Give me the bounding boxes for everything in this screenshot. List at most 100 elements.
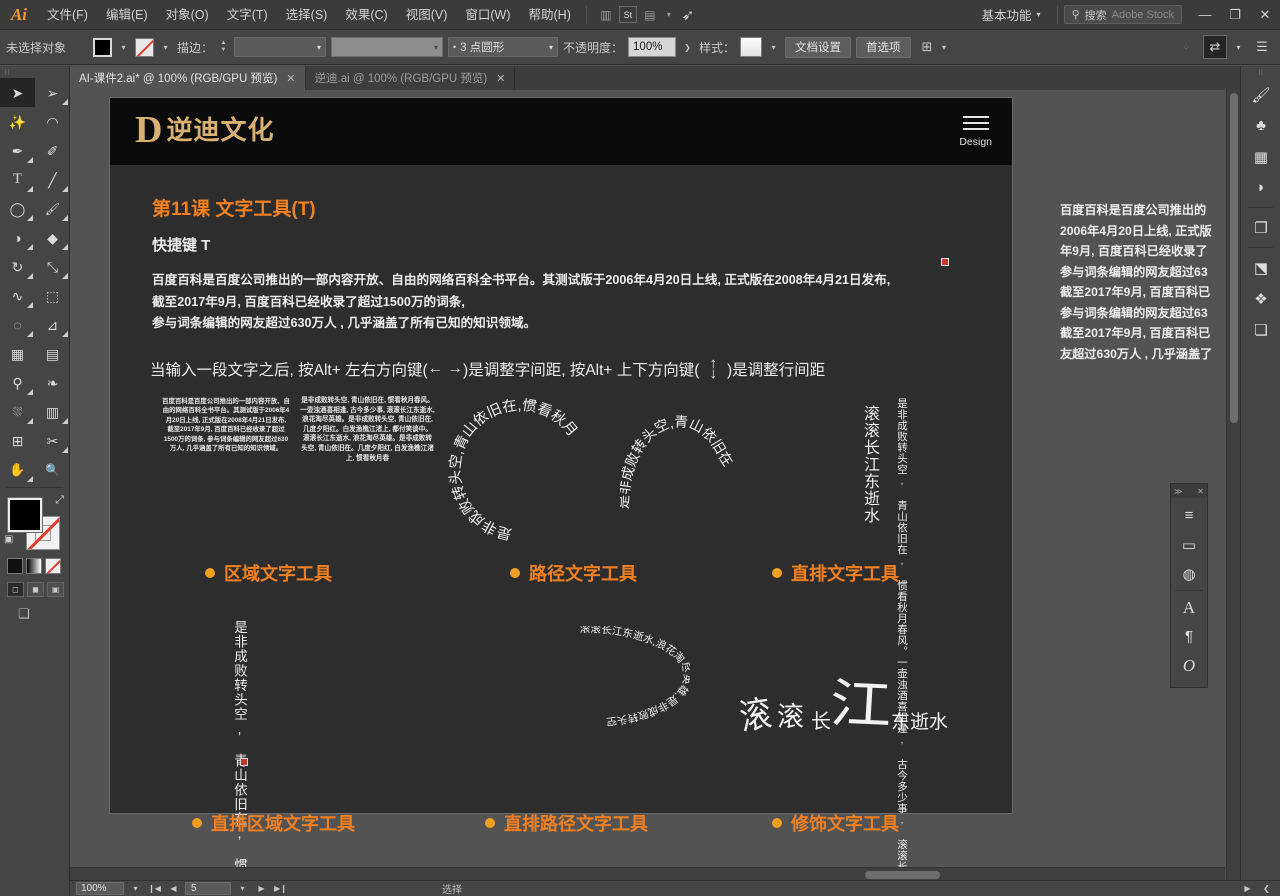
floating-panel-titlebar[interactable]: ≫ ✕: [1171, 484, 1207, 498]
curvature-tool[interactable]: ✐: [35, 136, 70, 165]
text-overflow-indicator[interactable]: [941, 258, 949, 266]
close-button[interactable]: ✕: [1250, 0, 1280, 30]
type-on-path-wave[interactable]: 是非成败转头空,青山依旧在: [615, 394, 790, 514]
swap-fill-stroke-icon[interactable]: ⤢: [55, 494, 64, 507]
search-input[interactable]: ⚲ 搜索 Adobe Stock: [1063, 5, 1182, 24]
shape-builder-tool[interactable]: ◌: [0, 310, 35, 339]
mesh-tool[interactable]: ▦: [0, 339, 35, 368]
minimize-button[interactable]: —: [1190, 0, 1220, 30]
arrange-icon[interactable]: ⇄: [1203, 35, 1227, 59]
next-artboard-button[interactable]: ▶: [254, 882, 269, 895]
previous-artboard-button[interactable]: ◀: [166, 882, 181, 895]
lasso-tool[interactable]: ◠: [35, 107, 70, 136]
first-artboard-button[interactable]: ❙◀: [147, 882, 162, 895]
paintbrush-tool[interactable]: 🖌: [35, 194, 70, 223]
artboard-tool[interactable]: ⊞: [0, 426, 35, 455]
draw-normal-icon[interactable]: ◻: [7, 582, 24, 597]
variable-width-profile-combo[interactable]: ▾: [331, 37, 444, 57]
menu-edit[interactable]: 编辑(E): [97, 0, 157, 30]
opentype-panel-icon[interactable]: O: [1171, 651, 1207, 680]
share-icon[interactable]: ➶: [675, 0, 701, 30]
column-graph-tool[interactable]: ▥: [35, 397, 70, 426]
shaper-tool[interactable]: ◑: [0, 223, 35, 252]
close-icon[interactable]: ✕: [286, 72, 295, 85]
fill-color-box[interactable]: [7, 497, 43, 533]
area-type-sample-baike[interactable]: 百度百科是百度公司推出的一部内容开放、自由的网络百科全书平台。其测试版于2006…: [162, 397, 290, 453]
gradient-panel-icon[interactable]: ▭: [1171, 530, 1207, 559]
appearance-panel-icon[interactable]: ◍: [1171, 559, 1207, 588]
align-caret-icon[interactable]: ▾: [937, 38, 950, 57]
paragraph-panel-icon[interactable]: ¶: [1171, 622, 1207, 651]
artboard[interactable]: D 逆迪文化 Design 第11课 文字工具(T) 快捷键 T 百度百科是百度…: [110, 98, 1012, 880]
vertical-type-sample-big[interactable]: 滚滚长江东逝水: [858, 405, 880, 524]
pen-tool[interactable]: ✒: [0, 136, 35, 165]
menu-effect[interactable]: 效果(C): [336, 0, 396, 30]
document-setup-button[interactable]: 文档设置: [785, 36, 852, 58]
gradient-tool[interactable]: ▤: [35, 339, 70, 368]
menu-object[interactable]: 对象(O): [157, 0, 218, 30]
vertical-scrollbar[interactable]: [1226, 90, 1240, 880]
horizontal-scrollbar[interactable]: [70, 867, 1225, 880]
vertical-area-type-sample[interactable]: 是非成败转头空, 青山依旧在, 惯看秋月春风。一壶浊酒喜相逢, 古今多少事, 滚…: [230, 620, 249, 880]
zoom-caret-icon[interactable]: ▾: [128, 882, 143, 895]
touch-type-sample[interactable]: 滚 滚 长 江 东逝水: [737, 668, 948, 738]
character-panel-icon[interactable]: A: [1171, 593, 1207, 622]
artboards-panel-icon[interactable]: ❏: [1241, 314, 1280, 345]
menu-select[interactable]: 选择(S): [277, 0, 337, 30]
area-type-sample-poem[interactable]: 是非成败转头空, 青山依旧在, 惯看秋月春风。一壶浊酒喜相逢, 古今多少事, 滚…: [300, 396, 435, 463]
rotate-tool[interactable]: ↻: [0, 252, 35, 281]
hand-tool[interactable]: ✋: [0, 455, 35, 484]
color-mode-icon[interactable]: [7, 558, 23, 574]
stroke-weight-combo[interactable]: ▾: [234, 37, 327, 57]
scale-tool[interactable]: ⤡: [35, 252, 70, 281]
right-dock-grip[interactable]: ⁝⁝: [1241, 66, 1280, 79]
design-menu-button[interactable]: Design: [959, 116, 992, 148]
menu-window[interactable]: 窗口(W): [456, 0, 519, 30]
zoom-level-input[interactable]: 100%: [76, 882, 124, 895]
perspective-grid-tool[interactable]: ⊿: [35, 310, 70, 339]
collapse-icon[interactable]: ≫: [1174, 487, 1182, 496]
line-segment-tool[interactable]: ╱: [35, 165, 70, 194]
align-panel-icon[interactable]: ≡: [1171, 501, 1207, 530]
fill-caret-icon[interactable]: ▾: [117, 38, 130, 57]
blend-tool[interactable]: ❧: [35, 368, 70, 397]
align-icon[interactable]: ⊞: [922, 39, 933, 55]
graphic-style-swatch[interactable]: [740, 37, 763, 57]
tip-line[interactable]: 当输入一段文字之后, 按Alt+ 左右方向键( ← → )是调整字间距, 按Al…: [150, 356, 825, 381]
type-tool[interactable]: T: [0, 165, 35, 194]
eraser-tool[interactable]: ◆: [35, 223, 70, 252]
menu-view[interactable]: 视图(V): [397, 0, 457, 30]
type-on-path-circle[interactable]: 是非成败转头空,青山依旧在,惯看秋月: [445, 395, 595, 545]
menu-help[interactable]: 帮助(H): [520, 0, 580, 30]
arrange-documents-caret-icon[interactable]: ▾: [663, 0, 675, 30]
stock-icon[interactable]: St: [618, 6, 637, 23]
stroke-color-swatch[interactable]: [135, 37, 154, 57]
status-text[interactable]: 选择: [442, 881, 462, 896]
scroll-left-button[interactable]: ❮: [1259, 882, 1274, 895]
overflow-text-outside-artboard[interactable]: 百度百科是百度公司推出的 2006年4月20日上线, 正式版 年9月, 百度百科…: [1060, 200, 1225, 364]
doc-tab-nidi[interactable]: 逆迪.ai @ 100% (RGB/GPU 预览) ✕: [305, 66, 516, 90]
artboard-caret-icon[interactable]: ▾: [235, 882, 250, 895]
arrange-caret-icon[interactable]: ▾: [1232, 38, 1245, 57]
stroke-caret-icon[interactable]: ▾: [159, 38, 172, 57]
brushes-panel-icon[interactable]: 🖌: [1241, 79, 1280, 110]
horizontal-scrollbar-thumb[interactable]: [865, 871, 940, 879]
brush-definition-combo[interactable]: • 3 点圆形 ▾: [448, 37, 559, 57]
panel-menu-icon[interactable]: ☰: [1250, 35, 1274, 59]
change-screen-mode-icon[interactable]: ❏: [18, 606, 30, 622]
maximize-button[interactable]: ❐: [1220, 0, 1250, 30]
gradient-dock-icon[interactable]: ◗: [1241, 172, 1280, 203]
artboard-number-input[interactable]: 5: [185, 882, 231, 895]
preferences-button[interactable]: 首选项: [856, 36, 911, 58]
intro-paragraph[interactable]: 百度百科是百度公司推出的一部内容开放、自由的网络百科全书平台。其测试版于2006…: [152, 270, 982, 335]
floating-icon-panel[interactable]: ≫ ✕ ≡ ▭ ◍ A ¶ O: [1170, 483, 1208, 688]
close-icon[interactable]: ✕: [1197, 487, 1204, 496]
symbols-panel-icon[interactable]: ♣: [1241, 110, 1280, 141]
magic-wand-tool[interactable]: ✨: [0, 107, 35, 136]
vertical-type-sample-poem[interactable]: 是非成败转头空, 青山依旧在, 惯看秋月春风。一壶浊酒喜相逢, 古今多少事, 滚…: [894, 398, 909, 880]
stroke-weight-stepper[interactable]: ▲ ▼: [218, 37, 229, 57]
swatches-panel-icon[interactable]: ▦: [1241, 141, 1280, 172]
style-caret-icon[interactable]: ▾: [767, 38, 780, 57]
arrange-documents-icon[interactable]: ▤: [637, 0, 663, 30]
eyedropper-tool[interactable]: ⚲: [0, 368, 35, 397]
